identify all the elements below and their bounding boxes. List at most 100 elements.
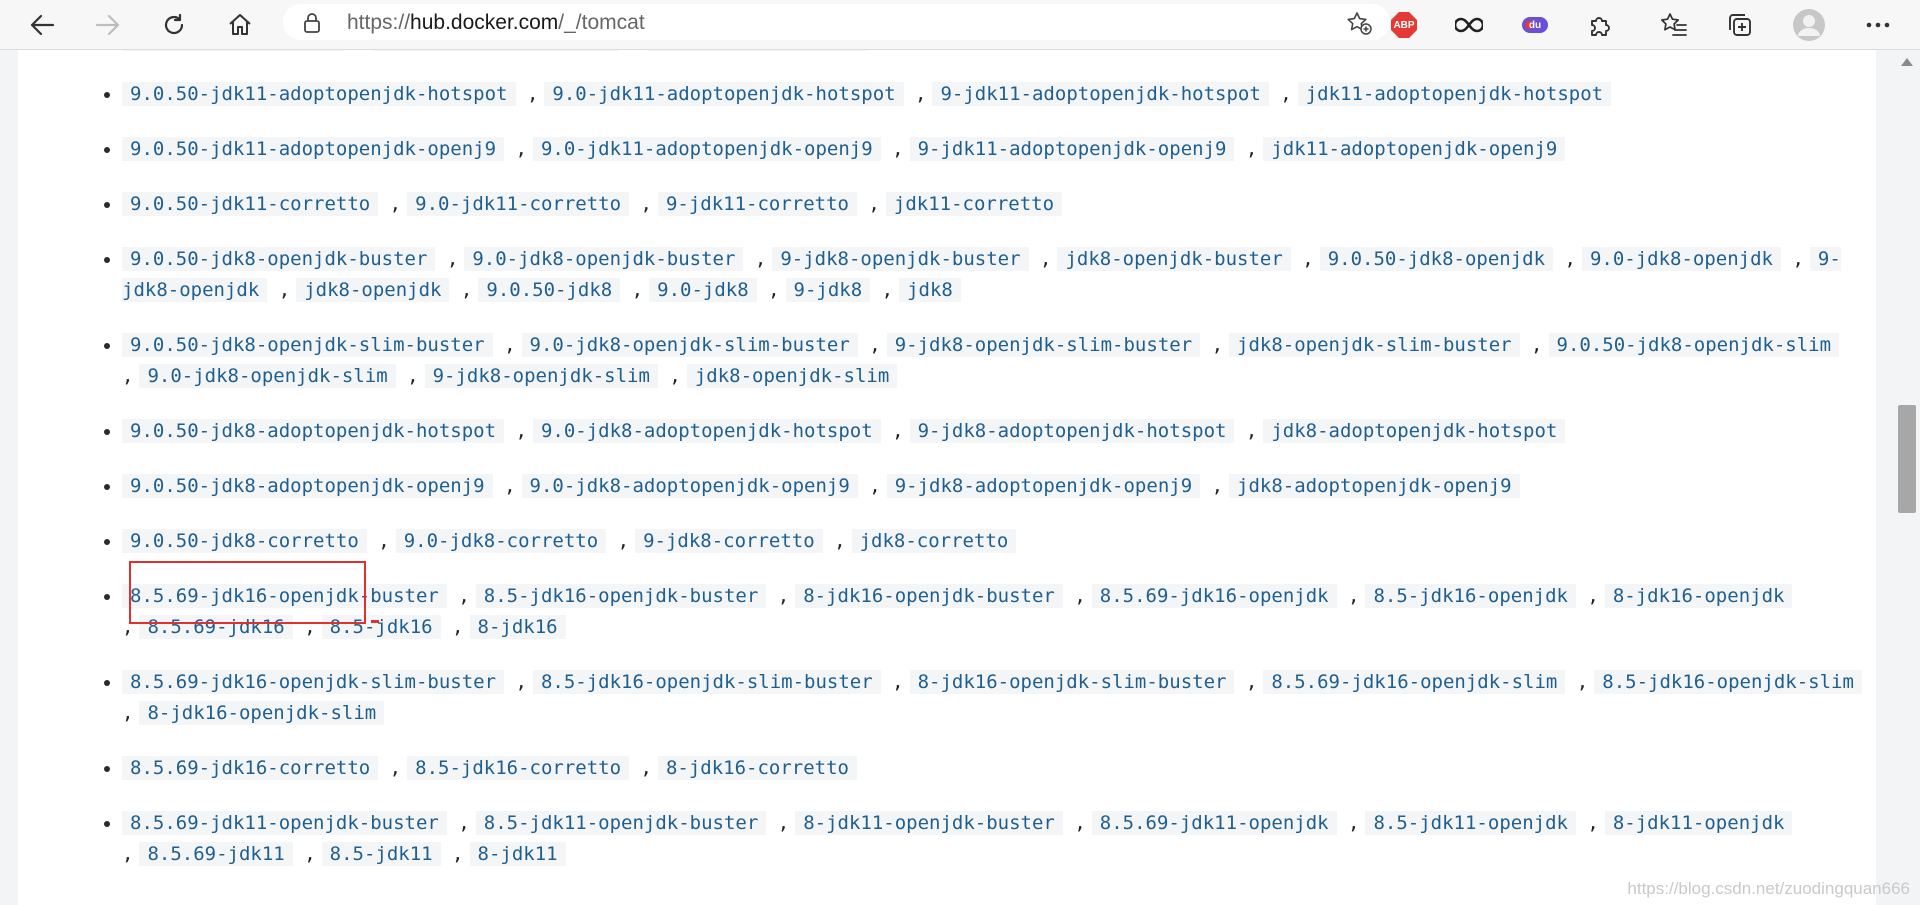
tag-link[interactable]: 9.0-jdk8-adoptopenjdk-openj9: [521, 474, 858, 498]
tag-link[interactable]: 9.0-jdk8-openjdk: [1581, 247, 1781, 271]
tag-link[interactable]: 8.5.69-jdk11: [139, 842, 293, 866]
tag-link[interactable]: 8.5-jdk16-openjdk-buster: [475, 584, 767, 608]
tag-link[interactable]: 9.0-jdk8-adoptopenjdk-hotspot: [532, 419, 881, 443]
tag-link[interactable]: 9.0.50-jdk8-openjdk-slim: [1548, 333, 1840, 357]
tag-link[interactable]: 9.0.50-jdk11-adoptopenjdk-openj9: [122, 137, 505, 161]
tag-link[interactable]: jdk11-adoptopenjdk-hotspot: [1297, 82, 1612, 106]
tag-link[interactable]: 9-jdk8-corretto: [635, 529, 823, 553]
tag-link[interactable]: 9-jdk8-openjdk-slim: [424, 364, 658, 388]
tag-link[interactable]: 8-jdk16-openjdk: [1604, 584, 1793, 608]
tag-link[interactable]: jdk8-corretto: [851, 529, 1017, 553]
url-host: hub.docker.com: [410, 11, 559, 34]
tag-link[interactable]: 9.0.50-jdk11-adoptopenjdk-hotspot: [122, 82, 516, 106]
tag-link[interactable]: 8.5.69-jdk11-openjdk: [1091, 811, 1337, 835]
tag-link[interactable]: 8-jdk16: [469, 615, 566, 639]
forward-button[interactable]: [88, 5, 128, 45]
tag-link[interactable]: 8-jdk16-corretto: [657, 756, 857, 780]
tag-link[interactable]: 8-jdk11-openjdk-buster: [795, 811, 1063, 835]
tag-link[interactable]: 8.5-jdk16-openjdk-slim-buster: [532, 670, 881, 694]
tag-link[interactable]: 9.0.50-jdk8-openjdk-slim-buster: [122, 333, 493, 357]
tag-link[interactable]: 8.5-jdk16-corretto: [407, 756, 630, 780]
tag-link[interactable]: jdk11-openjdk-slim: [646, 50, 869, 51]
tag-link[interactable]: 9.0-jdk8: [649, 278, 757, 302]
favorites-button[interactable]: [1657, 8, 1691, 42]
tag-link[interactable]: jdk11-adoptopenjdk-openj9: [1263, 137, 1566, 161]
tag-link[interactable]: 8.5.69-jdk11-openjdk-buster: [122, 811, 447, 835]
tag-link[interactable]: 8.5-jdk11-openjdk-buster: [475, 811, 767, 835]
profile-button[interactable]: [1792, 8, 1826, 42]
tag-link[interactable]: jdk8-adoptopenjdk-hotspot: [1263, 419, 1566, 443]
tag-link[interactable]: jdk8-openjdk: [296, 278, 450, 302]
tag-link[interactable]: 9.0.50-jdk8-corretto: [122, 529, 367, 553]
tag-link[interactable]: 9-jdk8-openjdk-slim-buster: [886, 333, 1201, 357]
collections-button[interactable]: [1723, 8, 1757, 42]
tag-link[interactable]: 9-jdk8-adoptopenjdk-hotspot: [909, 419, 1235, 443]
tag-link[interactable]: 9.0-jdk8-corretto: [395, 529, 607, 553]
tag-link[interactable]: 9-jdk11-adoptopenjdk-openj9: [909, 137, 1235, 161]
tag-link[interactable]: 8.5-jdk16-openjdk: [1365, 584, 1576, 608]
tag-link[interactable]: 8.5.69-jdk16-corretto: [122, 756, 379, 780]
tag-link[interactable]: 8.5.69-jdk16-openjdk: [1091, 584, 1337, 608]
tag-link[interactable]: 9.0-jdk8-openjdk-slim-buster: [521, 333, 858, 357]
tag-link[interactable]: 9-jdk8-openjdk-buster: [772, 247, 1029, 271]
tag-link[interactable]: 8.5-jdk16-openjdk-slim: [1594, 670, 1862, 694]
tag-link[interactable]: jdk8-openjdk-slim: [686, 364, 898, 388]
tag-link[interactable]: 9-jdk11-adoptopenjdk-hotspot: [932, 82, 1269, 106]
infinity-extension[interactable]: [1452, 8, 1486, 42]
highlight-underline-mark: [371, 620, 379, 623]
scroll-up-arrow-icon[interactable]: [1901, 58, 1913, 66]
baidu-extension[interactable]: du: [1518, 8, 1552, 42]
tag-row: 8.5.69-jdk11-openjdk-buster , 8.5-jdk11-o…: [18, 808, 1872, 870]
page-content: jdk11-openjdk-slim , 9-jdk11-openjdk-slim…: [18, 50, 1876, 905]
tag-link[interactable]: 9.0.50-jdk11-corretto: [122, 192, 379, 216]
tag-link[interactable]: jdk8: [899, 278, 961, 302]
tag-link[interactable]: 8.5.69-jdk16-openjdk-slim: [1263, 670, 1566, 694]
tag-link[interactable]: jdk8-openjdk-buster: [1057, 247, 1291, 271]
tag-link[interactable]: 9.0-jdk8-openjdk-buster: [464, 247, 744, 271]
tag-link[interactable]: 9-jdk8-adoptopenjdk-openj9: [886, 474, 1201, 498]
tag-separator: ,: [504, 334, 516, 356]
tag-link[interactable]: 8.5-jdk11: [321, 842, 441, 866]
scroll-thumb[interactable]: [1898, 405, 1916, 513]
tag-link[interactable]: 9-jdk8: [785, 278, 871, 302]
tag-link[interactable]: 8.5-jdk11-openjdk: [1365, 811, 1576, 835]
browser-toolbar: https://hub.docker.com/_/tomcat ABP du: [0, 0, 1920, 50]
home-button[interactable]: [220, 5, 260, 45]
tag-link[interactable]: 9.0.50-jdk8-openjdk: [1319, 247, 1554, 271]
infinity-icon: [1455, 17, 1483, 33]
tag-link[interactable]: 9.0-jdk11-adoptopenjdk-openj9: [532, 137, 881, 161]
address-bar[interactable]: https://hub.docker.com/_/tomcat: [283, 4, 1390, 40]
tag-link[interactable]: jdk11-corretto: [885, 192, 1063, 216]
tag-separator: ,: [304, 843, 316, 865]
tag-link[interactable]: 8-jdk16-openjdk-slim: [139, 701, 385, 725]
favorites-list-icon: [1660, 13, 1687, 36]
tag-link[interactable]: 9.0.50-jdk8: [478, 278, 621, 302]
tag-link[interactable]: 8-jdk11: [469, 842, 566, 866]
tag-separator: ,: [1576, 671, 1589, 693]
tag-link[interactable]: jdk11-openjdk-slim: [122, 50, 344, 51]
tag-link[interactable]: 9.0.50-jdk8-adoptopenjdk-hotspot: [122, 419, 505, 443]
extensions-button[interactable]: [1584, 8, 1618, 42]
back-button[interactable]: [22, 5, 62, 45]
add-favorite-icon[interactable]: [1346, 11, 1372, 35]
tag-link[interactable]: 9.0.50-jdk8-adoptopenjdk-openj9: [122, 474, 493, 498]
vertical-scrollbar[interactable]: [1894, 50, 1920, 905]
tag-link[interactable]: 9-jdk11-openjdk-slim: [372, 50, 618, 51]
tag-link[interactable]: 9.0-jdk11-adoptopenjdk-hotspot: [544, 82, 904, 106]
settings-menu-button[interactable]: [1861, 8, 1895, 42]
tag-link[interactable]: 8-jdk16-openjdk-buster: [795, 584, 1063, 608]
tag-link[interactable]: 8-jdk11-openjdk: [1604, 811, 1793, 835]
tag-row: 9.0.50-jdk8-adoptopenjdk-openj9 , 9.0-jdk…: [18, 471, 1872, 502]
tag-link[interactable]: jdk8-openjdk-slim-buster: [1229, 333, 1520, 357]
adblock-extension[interactable]: ABP: [1387, 8, 1421, 42]
tag-link[interactable]: 9.0-jdk8-openjdk-slim: [139, 364, 396, 388]
refresh-button[interactable]: [154, 5, 194, 45]
tag-link[interactable]: 9-jdk11-corretto: [657, 192, 857, 216]
tag-link[interactable]: 8-jdk16-openjdk-slim-buster: [909, 670, 1235, 694]
tag-separator: ,: [515, 420, 527, 442]
tag-link[interactable]: jdk8-adoptopenjdk-openj9: [1229, 474, 1520, 498]
tag-link[interactable]: 9.0.50-jdk8-openjdk-buster: [122, 247, 436, 271]
tag-row: 8.5.69-jdk16-corretto , 8.5-jdk16-corrett…: [18, 753, 1872, 784]
tag-link[interactable]: 8.5.69-jdk16-openjdk-slim-buster: [122, 670, 505, 694]
tag-link[interactable]: 9.0-jdk11-corretto: [407, 192, 630, 216]
